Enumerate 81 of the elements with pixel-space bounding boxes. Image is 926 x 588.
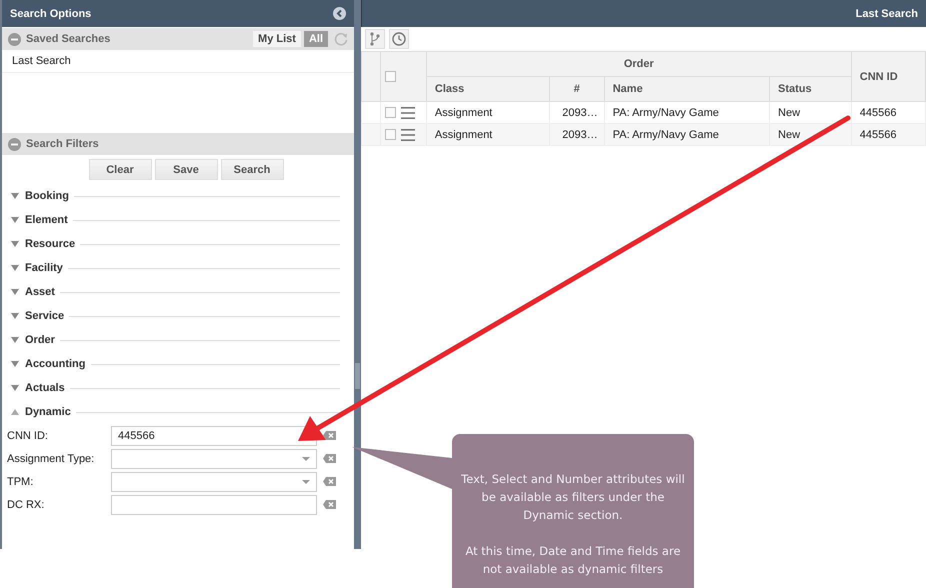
section-header[interactable]: Saved Searches My List All [2,28,354,50]
collapse-icon[interactable] [8,32,21,46]
field-label: DC RX: [7,498,46,510]
menu-icon[interactable] [401,128,416,141]
section-label: Facility [25,262,63,274]
clear-field-icon[interactable] [323,500,336,509]
table-cell: 445566 [851,124,926,146]
row-checkbox[interactable] [385,107,396,118]
branch-icon [369,32,381,46]
expand-triangle-icon[interactable] [11,217,19,223]
section-label: Resource [25,238,76,250]
input-field[interactable]: 445566 [111,426,317,446]
filter-section[interactable]: Resource [2,232,354,256]
filter-section[interactable]: Element [2,208,354,232]
expand-triangle-icon[interactable] [11,241,19,247]
section-title: Search Filters [26,138,100,150]
section-label: Order [25,334,55,346]
expand-triangle-icon[interactable] [11,193,19,199]
toolbar-button[interactable] [389,29,409,49]
clear-field-icon[interactable] [323,454,336,463]
expand-triangle-icon[interactable] [11,385,19,391]
clear-field-icon[interactable] [323,477,336,486]
expand-triangle-icon[interactable] [11,313,19,319]
section-label: Booking [25,190,69,202]
collapse-triangle-icon[interactable] [11,409,19,415]
filter-section[interactable]: Accounting [2,352,354,376]
section-label: Accounting [25,358,86,370]
column-header: # [549,76,604,102]
column-header: CNN ID [851,52,926,102]
column-header: Status [770,76,852,102]
section-title: Saved Searches [26,33,112,45]
table-cell: PA: Army/Navy Game [604,124,770,146]
splitter[interactable] [354,0,361,549]
table-cell: Assignment [426,124,550,146]
dropdown-caret-icon [302,456,310,460]
input-field[interactable] [111,494,317,514]
dropdown-field[interactable] [111,448,317,468]
section-header[interactable]: Search Filters [2,133,354,155]
list-toggle[interactable]: My List [253,31,301,47]
column-header: Name [604,76,770,102]
section-label: Asset [25,286,55,298]
select-all-checkbox[interactable] [385,71,396,82]
section-label: Dynamic [25,406,71,418]
expand-triangle-icon[interactable] [11,289,19,295]
expand-triangle-icon[interactable] [11,337,19,343]
field-label: CNN ID: [7,430,49,442]
expand-triangle-icon[interactable] [11,361,19,367]
action-button[interactable]: Clear [88,159,152,180]
action-button[interactable]: Save [154,159,218,180]
panel-title: Search Options [10,8,92,20]
dropdown-caret-icon [302,480,310,484]
section-label: Element [25,214,68,226]
callout-text: At this time, Date and Time fields are not available as dynamic filters [464,543,682,578]
filter-section[interactable]: Service [2,304,354,328]
section-label: Actuals [25,382,65,394]
filter-section[interactable]: Dynamic [2,400,354,424]
menu-icon[interactable] [401,106,416,119]
field-label: Assignment Type: [7,452,96,464]
filter-section[interactable]: Asset [2,280,354,304]
clock-icon [392,32,406,46]
filter-section[interactable]: Actuals [2,376,354,400]
filter-section[interactable]: Booking [2,184,354,208]
callout-text: Text, Select and Number attributes will be available as filters under the Dynamic section. [460,471,686,524]
filter-section[interactable]: Order [2,328,354,352]
filter-section[interactable]: Facility [2,256,354,280]
dropdown-field[interactable] [111,472,317,492]
clear-field-icon[interactable] [323,431,336,440]
field-label: TPM: [7,476,34,488]
section-label: Service [25,310,64,322]
column-header: Class [426,76,550,102]
splitter-handle[interactable] [355,363,360,389]
row-checkbox[interactable] [385,129,396,140]
action-button[interactable]: Search [220,159,284,180]
expand-triangle-icon[interactable] [11,265,19,271]
column-group-header: Order [426,52,852,76]
table-cell: 2093… [549,124,604,146]
collapse-icon[interactable] [333,7,346,20]
panel-title: Last Search [856,8,918,20]
collapse-icon[interactable] [8,138,21,150]
saved-search-item[interactable]: Last Search [2,50,354,73]
toolbar-button[interactable] [365,29,385,49]
